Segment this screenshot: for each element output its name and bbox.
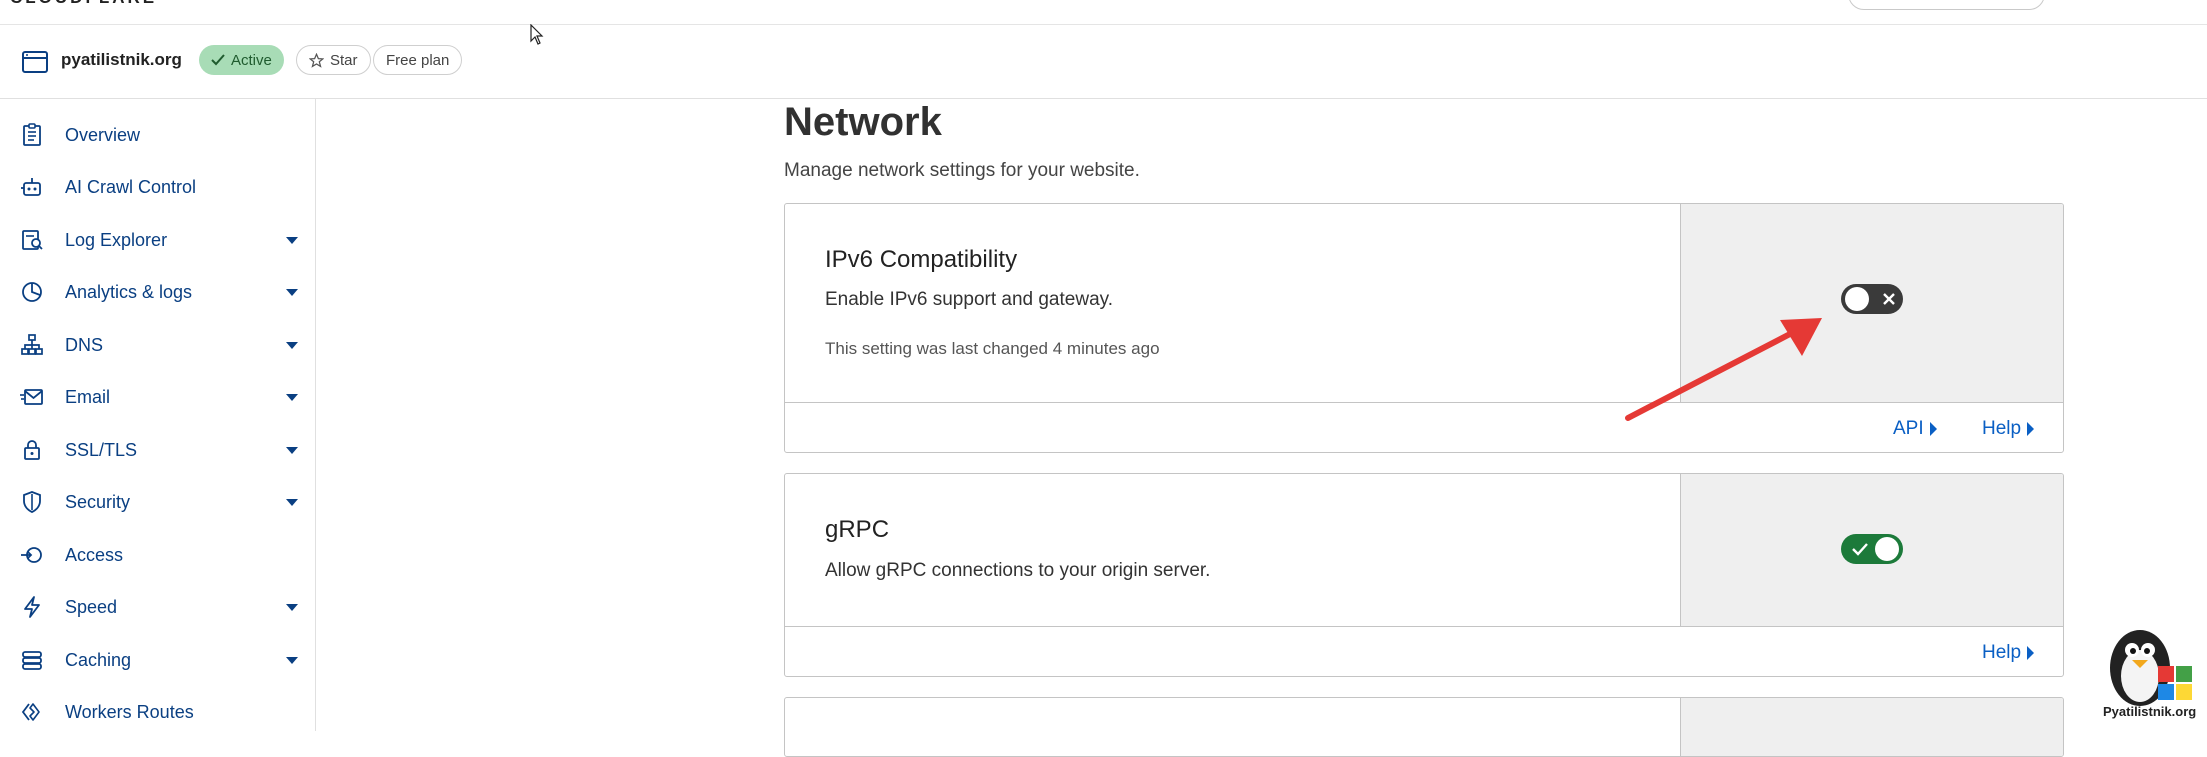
- account-menu-button[interactable]: [1848, 0, 2045, 10]
- star-button[interactable]: Star: [296, 45, 371, 75]
- stack-icon: [22, 651, 42, 670]
- robot-icon: [21, 178, 41, 196]
- sidebar-item-ssl-tls[interactable]: SSL/TLS: [0, 428, 315, 472]
- card-description: Allow gRPC connections to your origin se…: [825, 560, 1211, 581]
- checkmark-icon: [1852, 543, 1868, 556]
- api-link-label: API: [1893, 418, 1924, 439]
- status-badge-label: Active: [231, 51, 272, 69]
- card-title: gRPC: [825, 516, 890, 543]
- ipv6-toggle[interactable]: [1841, 284, 1903, 314]
- log-explorer-icon: [22, 230, 43, 250]
- document-icon: [23, 123, 41, 146]
- shield-icon: [23, 491, 41, 513]
- chevron-down-icon[interactable]: [286, 447, 298, 454]
- envelope-icon: [20, 389, 43, 405]
- sidebar-item-label: Speed: [65, 597, 118, 617]
- top-header: CLOUDFLARE: [0, 0, 2207, 25]
- caret-right-icon: [2027, 422, 2035, 436]
- pie-chart-icon: [22, 282, 42, 302]
- chevron-down-icon[interactable]: [286, 394, 298, 401]
- help-link-label: Help: [1982, 418, 2022, 439]
- toggle-knob: [1845, 287, 1869, 311]
- card-footer: API Help: [785, 402, 2063, 452]
- sidebar-item-label: SSL/TLS: [65, 440, 138, 460]
- network-tree-icon: [21, 334, 43, 355]
- sidebar-item-label: Analytics & logs: [65, 282, 193, 302]
- sidebar-item-ai-crawl-control[interactable]: AI Crawl Control: [0, 165, 315, 209]
- sidebar-item-label: Security: [65, 492, 131, 512]
- plan-badge-label: Free plan: [386, 51, 450, 69]
- star-button-label: Star: [330, 51, 358, 69]
- sidebar-item-caching[interactable]: Caching: [0, 638, 315, 682]
- plan-badge[interactable]: Free plan: [373, 45, 463, 75]
- page-title: Network: [784, 100, 942, 144]
- sidebar-item-label: AI Crawl Control: [65, 177, 197, 197]
- chevron-down-icon[interactable]: [286, 237, 298, 244]
- caret-right-icon: [2027, 646, 2035, 660]
- sidebar-item-access[interactable]: Access: [0, 533, 315, 577]
- sidebar-item-overview[interactable]: Overview: [0, 113, 315, 157]
- chevron-down-icon[interactable]: [286, 604, 298, 611]
- sidebar-item-analytics-logs[interactable]: Analytics & logs: [0, 270, 315, 314]
- ipv6-compatibility-card: IPv6 Compatibility Enable IPv6 support a…: [784, 203, 2064, 453]
- sidebar-item-label: Overview: [65, 125, 141, 145]
- card-footer: Help: [785, 626, 2063, 676]
- last-changed-text: This setting was last changed 4 minutes …: [825, 339, 1160, 358]
- api-link[interactable]: API: [1893, 418, 1937, 440]
- help-link[interactable]: Help: [1982, 418, 2035, 440]
- access-icon: [21, 547, 42, 563]
- sidebar-item-label: Log Explorer: [65, 230, 168, 250]
- sidebar-item-dns[interactable]: DNS: [0, 323, 315, 367]
- sidebar-item-label: DNS: [65, 335, 104, 355]
- lightning-icon: [24, 596, 40, 618]
- grpc-toggle[interactable]: [1841, 534, 1903, 564]
- chevron-down-icon[interactable]: [286, 657, 298, 664]
- sidebar-item-label: Email: [65, 387, 111, 407]
- mouse-cursor-icon: [530, 24, 544, 45]
- card-control-panel: [1681, 698, 2063, 756]
- cloudflare-logo[interactable]: CLOUDFLARE: [10, 0, 157, 8]
- help-link-label: Help: [1982, 642, 2022, 663]
- watermark-text: Pyatilistnik.org: [2103, 704, 2197, 719]
- help-link[interactable]: Help: [1982, 642, 2035, 664]
- card-body: IPv6 Compatibility Enable IPv6 support a…: [785, 204, 1681, 402]
- checkmark-icon: [211, 54, 225, 66]
- caret-right-icon: [1929, 422, 1937, 436]
- card-control-panel: [1681, 474, 2063, 626]
- sidebar-item-workers-routes[interactable]: Workers Routes: [0, 690, 315, 734]
- sidebar-item-speed[interactable]: Speed: [0, 585, 315, 629]
- zone-name[interactable]: pyatilistnik.org: [61, 50, 182, 70]
- sidebar-item-security[interactable]: Security: [0, 480, 315, 524]
- next-setting-card: [784, 697, 2064, 757]
- sidebar: Overview AI Crawl Control Log Explorer A…: [0, 99, 316, 731]
- sidebar-item-label: Access: [65, 545, 124, 565]
- card-title: IPv6 Compatibility: [825, 246, 1018, 273]
- chevron-down-icon[interactable]: [286, 342, 298, 349]
- annotation-arrow-icon: [1625, 318, 1822, 421]
- sidebar-item-label: Workers Routes: [65, 702, 194, 722]
- status-badge: Active: [199, 45, 284, 75]
- card-body: gRPC Allow gRPC connections to your orig…: [785, 474, 1681, 626]
- card-description: Enable IPv6 support and gateway.: [825, 289, 1114, 310]
- grpc-card: gRPC Allow gRPC connections to your orig…: [784, 473, 2064, 677]
- chevron-down-icon[interactable]: [286, 289, 298, 296]
- lock-icon: [24, 440, 40, 460]
- x-icon: [1883, 293, 1895, 305]
- sidebar-item-email[interactable]: Email: [0, 375, 315, 419]
- sidebar-item-label: Caching: [65, 650, 132, 670]
- toggle-knob: [1875, 537, 1899, 561]
- page-subtitle: Manage network settings for your website…: [784, 160, 1140, 181]
- chevron-down-icon[interactable]: [286, 499, 298, 506]
- card-body: [785, 698, 1681, 756]
- sidebar-item-log-explorer[interactable]: Log Explorer: [0, 218, 315, 262]
- workers-icon: [21, 703, 40, 721]
- browser-window-icon: [22, 51, 48, 73]
- star-icon: [309, 52, 324, 68]
- zone-bar: pyatilistnik.org Active Star Free plan: [0, 25, 2207, 99]
